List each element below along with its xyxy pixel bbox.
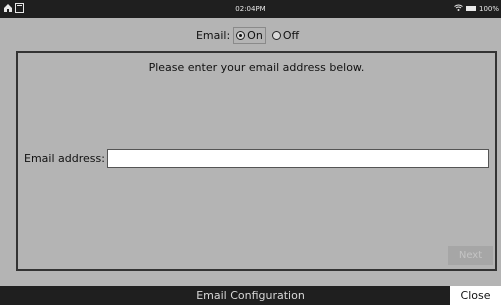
email-off-radio[interactable]: Off bbox=[270, 28, 301, 43]
email-toggle-label: Email: bbox=[195, 28, 231, 42]
email-off-label: Off bbox=[282, 28, 300, 42]
email-address-row: Email address: bbox=[24, 149, 489, 168]
status-right-icons: 100% bbox=[454, 4, 499, 13]
radio-selected-icon bbox=[236, 30, 246, 40]
close-button[interactable]: Close bbox=[450, 286, 501, 305]
status-bar: 02:04PM 100% bbox=[0, 0, 501, 18]
status-time: 02:04PM bbox=[235, 5, 266, 13]
battery-icon bbox=[465, 6, 476, 11]
email-on-label: On bbox=[247, 28, 263, 42]
email-panel: Please enter your email address below. E… bbox=[16, 51, 497, 271]
wifi-icon bbox=[454, 4, 463, 13]
battery-level: 100% bbox=[478, 4, 499, 13]
bottom-bar: Email Configuration Close bbox=[0, 286, 501, 305]
screen-title: Email Configuration bbox=[196, 289, 305, 302]
email-toggle: Email: On Off bbox=[0, 24, 501, 46]
next-button[interactable]: Next bbox=[448, 246, 493, 265]
radio-unselected-icon bbox=[271, 30, 281, 40]
instruction-text: Please enter your email address below. bbox=[148, 61, 365, 74]
email-on-radio[interactable]: On bbox=[233, 26, 266, 44]
email-address-input[interactable] bbox=[106, 149, 489, 168]
email-address-label: Email address: bbox=[24, 152, 105, 165]
